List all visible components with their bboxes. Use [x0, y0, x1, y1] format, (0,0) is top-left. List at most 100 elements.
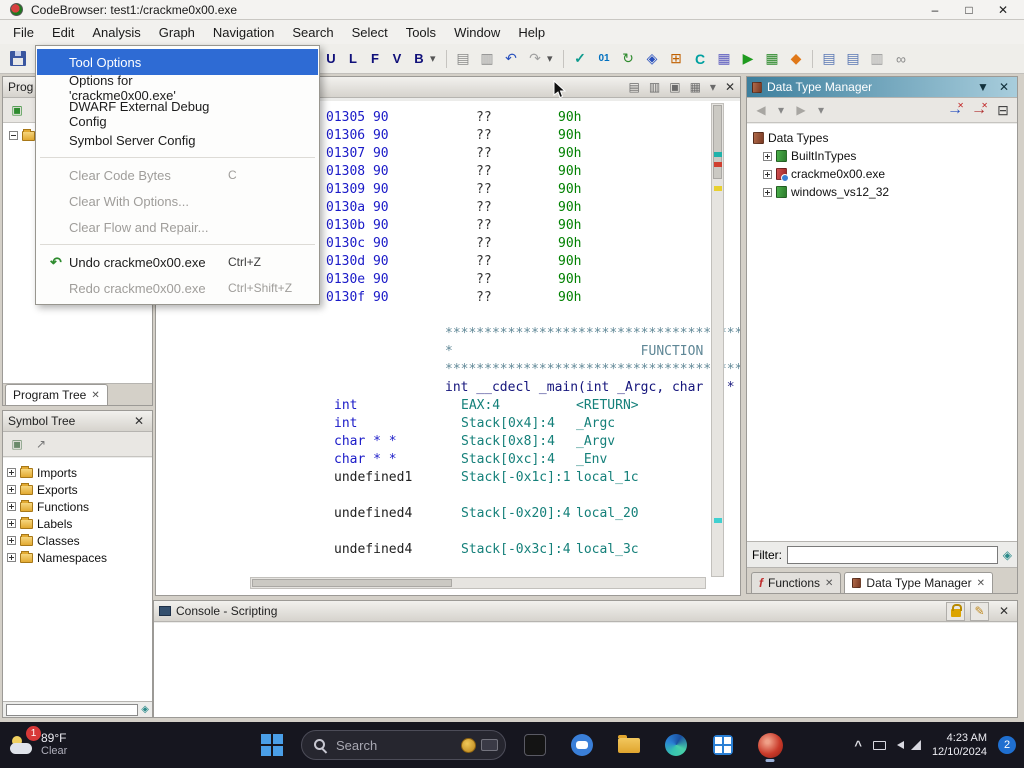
expand-icon[interactable] — [7, 553, 16, 562]
weather-widget[interactable]: 1 89°F Clear — [10, 732, 67, 758]
letter-v-button[interactable]: V — [386, 48, 408, 70]
console-output[interactable] — [154, 623, 1017, 717]
taskbar-app-store[interactable] — [705, 727, 741, 763]
minimize-button[interactable]: – — [918, 1, 952, 19]
menu-file[interactable]: File — [4, 22, 43, 43]
binary-icon[interactable]: 01 — [592, 48, 616, 70]
taskbar-app-edge[interactable] — [658, 727, 694, 763]
filter-arrays-icon[interactable]: → ✕ — [946, 101, 964, 119]
collapse-icon[interactable] — [9, 131, 18, 140]
report-icon[interactable]: ▤ — [817, 48, 841, 70]
menu-search[interactable]: Search — [283, 22, 342, 43]
redo-icon[interactable]: ↷ — [523, 48, 547, 70]
close-icon[interactable]: ✕ — [91, 390, 99, 401]
dtm-item-windows-vs12[interactable]: windows_vs12_32 — [749, 183, 1015, 201]
clock[interactable]: 4:23 AM 12/10/2024 — [932, 731, 987, 759]
symbol-tree-item-namespaces[interactable]: Namespaces — [3, 549, 152, 566]
dtm-item-crackme[interactable]: crackme0x00.exe — [749, 165, 1015, 183]
letter-l-button[interactable]: L — [342, 48, 364, 70]
variable-row[interactable]: undefined4Stack[-0x3c]:4local_3c — [156, 541, 740, 559]
close-icon[interactable]: ✕ — [996, 80, 1012, 94]
close-icon[interactable]: ✕ — [977, 578, 985, 589]
expand-icon[interactable] — [763, 170, 772, 179]
expand-icon[interactable] — [763, 152, 772, 161]
expand-icon[interactable] — [7, 485, 16, 494]
calculator-icon[interactable]: ▦ — [760, 48, 784, 70]
function-signature[interactable]: int __cdecl _main(int _Argc, char * * — [156, 379, 740, 397]
variable-row[interactable]: char * *Stack[0xc]:4_Env — [156, 451, 740, 469]
letter-u-button[interactable]: U — [320, 48, 342, 70]
back-arrow-icon[interactable]: ◀ — [752, 101, 770, 119]
expand-icon[interactable] — [7, 519, 16, 528]
menu-item-options-for-program[interactable]: Options for 'crackme0x00.exe' — [37, 75, 318, 101]
filter-input[interactable] — [787, 546, 998, 564]
scroll-lock-button[interactable] — [946, 602, 965, 621]
letter-b-button[interactable]: B — [408, 48, 430, 70]
menu-select[interactable]: Select — [343, 22, 397, 43]
memory-icon[interactable]: ▥ — [865, 48, 889, 70]
tray-icons[interactable] — [873, 740, 921, 750]
close-icon[interactable]: ✕ — [725, 80, 735, 94]
undo-icon[interactable]: ↶ — [499, 48, 523, 70]
filter-input[interactable] — [6, 704, 138, 716]
filter-pointers-icon[interactable]: → ✕ — [970, 101, 988, 119]
menu-analysis[interactable]: Analysis — [83, 22, 149, 43]
menu-tools[interactable]: Tools — [397, 22, 445, 43]
menu-item-dwarf-config[interactable]: DWARF External Debug Config — [37, 101, 318, 127]
clear-console-button[interactable]: ✎ — [970, 602, 989, 621]
expand-icon[interactable] — [7, 502, 16, 511]
display-options-icon[interactable]: ▣ — [8, 435, 26, 453]
tab-functions[interactable]: f Functions ✕ — [751, 572, 841, 593]
chevron-down-icon[interactable]: ▾ — [776, 101, 786, 119]
chevron-down-icon[interactable]: ▾ — [430, 52, 442, 65]
menu-navigation[interactable]: Navigation — [204, 22, 283, 43]
taskbar-app-chat[interactable] — [564, 727, 600, 763]
variable-row[interactable]: undefined1Stack[-0x1c]:1local_1c — [156, 469, 740, 487]
link-icon[interactable]: ∞ — [889, 48, 913, 70]
close-icon[interactable]: ✕ — [825, 578, 833, 589]
dtm-item-builtintypes[interactable]: BuiltInTypes — [749, 147, 1015, 165]
report2-icon[interactable]: ▤ — [841, 48, 865, 70]
tab-program-tree[interactable]: Program Tree ✕ — [5, 384, 108, 405]
copy-icon[interactable]: ▤ — [629, 80, 640, 94]
symbol-tree-item-imports[interactable]: Imports — [3, 464, 152, 481]
menu-graph[interactable]: Graph — [150, 22, 204, 43]
variable-row[interactable]: intEAX:4<RETURN> — [156, 397, 740, 415]
paste-icon[interactable]: ▥ — [649, 80, 660, 94]
tab-data-type-manager[interactable]: Data Type Manager ✕ — [844, 572, 993, 593]
letter-f-button[interactable]: F — [364, 48, 386, 70]
filter-options-icon[interactable]: ◈ — [141, 704, 149, 715]
notification-badge[interactable]: 2 — [998, 736, 1016, 754]
variable-row[interactable]: intStack[0x4]:4_Argc — [156, 415, 740, 433]
symbol-tree-item-classes[interactable]: Classes — [3, 532, 152, 549]
expand-icon[interactable] — [763, 188, 772, 197]
taskbar-app-explorer[interactable] — [611, 727, 647, 763]
close-icon[interactable]: ✕ — [131, 414, 147, 428]
forward-arrow-icon[interactable]: ▶ — [792, 101, 810, 119]
chevron-down-icon[interactable]: ▾ — [547, 52, 559, 65]
horizontal-scrollbar[interactable] — [250, 577, 706, 589]
menu-edit[interactable]: Edit — [43, 22, 83, 43]
taskbar-app-ghidra[interactable] — [752, 727, 788, 763]
menu-caret-icon[interactable]: ▾ — [710, 80, 716, 94]
taskbar-app-terminal[interactable] — [517, 727, 553, 763]
expand-icon[interactable] — [7, 536, 16, 545]
navigate-icon[interactable]: ◈ — [640, 48, 664, 70]
vertical-scrollbar[interactable] — [711, 103, 724, 577]
collapse-all-icon[interactable]: ⊟ — [994, 101, 1012, 119]
diff-view-icon[interactable]: ▦ — [690, 80, 701, 94]
goto-icon[interactable]: ↗ — [32, 435, 50, 453]
mark-icon[interactable]: ⊞ — [664, 48, 688, 70]
menu-item-symbol-server-config[interactable]: Symbol Server Config — [37, 127, 318, 153]
close-icon[interactable]: ✕ — [996, 604, 1012, 618]
bookmark-icon[interactable]: ◆ — [784, 48, 808, 70]
dtm-root-data-types[interactable]: Data Types — [749, 129, 1015, 147]
close-button[interactable]: ✕ — [986, 1, 1020, 19]
tray-chevron-icon[interactable]: ^ — [854, 738, 862, 753]
start-button[interactable] — [254, 727, 290, 763]
symbol-tree-item-functions[interactable]: Functions — [3, 498, 152, 515]
variable-row[interactable]: char * *Stack[0x8]:4_Argv — [156, 433, 740, 451]
snapshot-icon[interactable]: ▣ — [669, 80, 680, 94]
scrollbar-thumb[interactable] — [713, 105, 722, 179]
menu-window[interactable]: Window — [445, 22, 509, 43]
